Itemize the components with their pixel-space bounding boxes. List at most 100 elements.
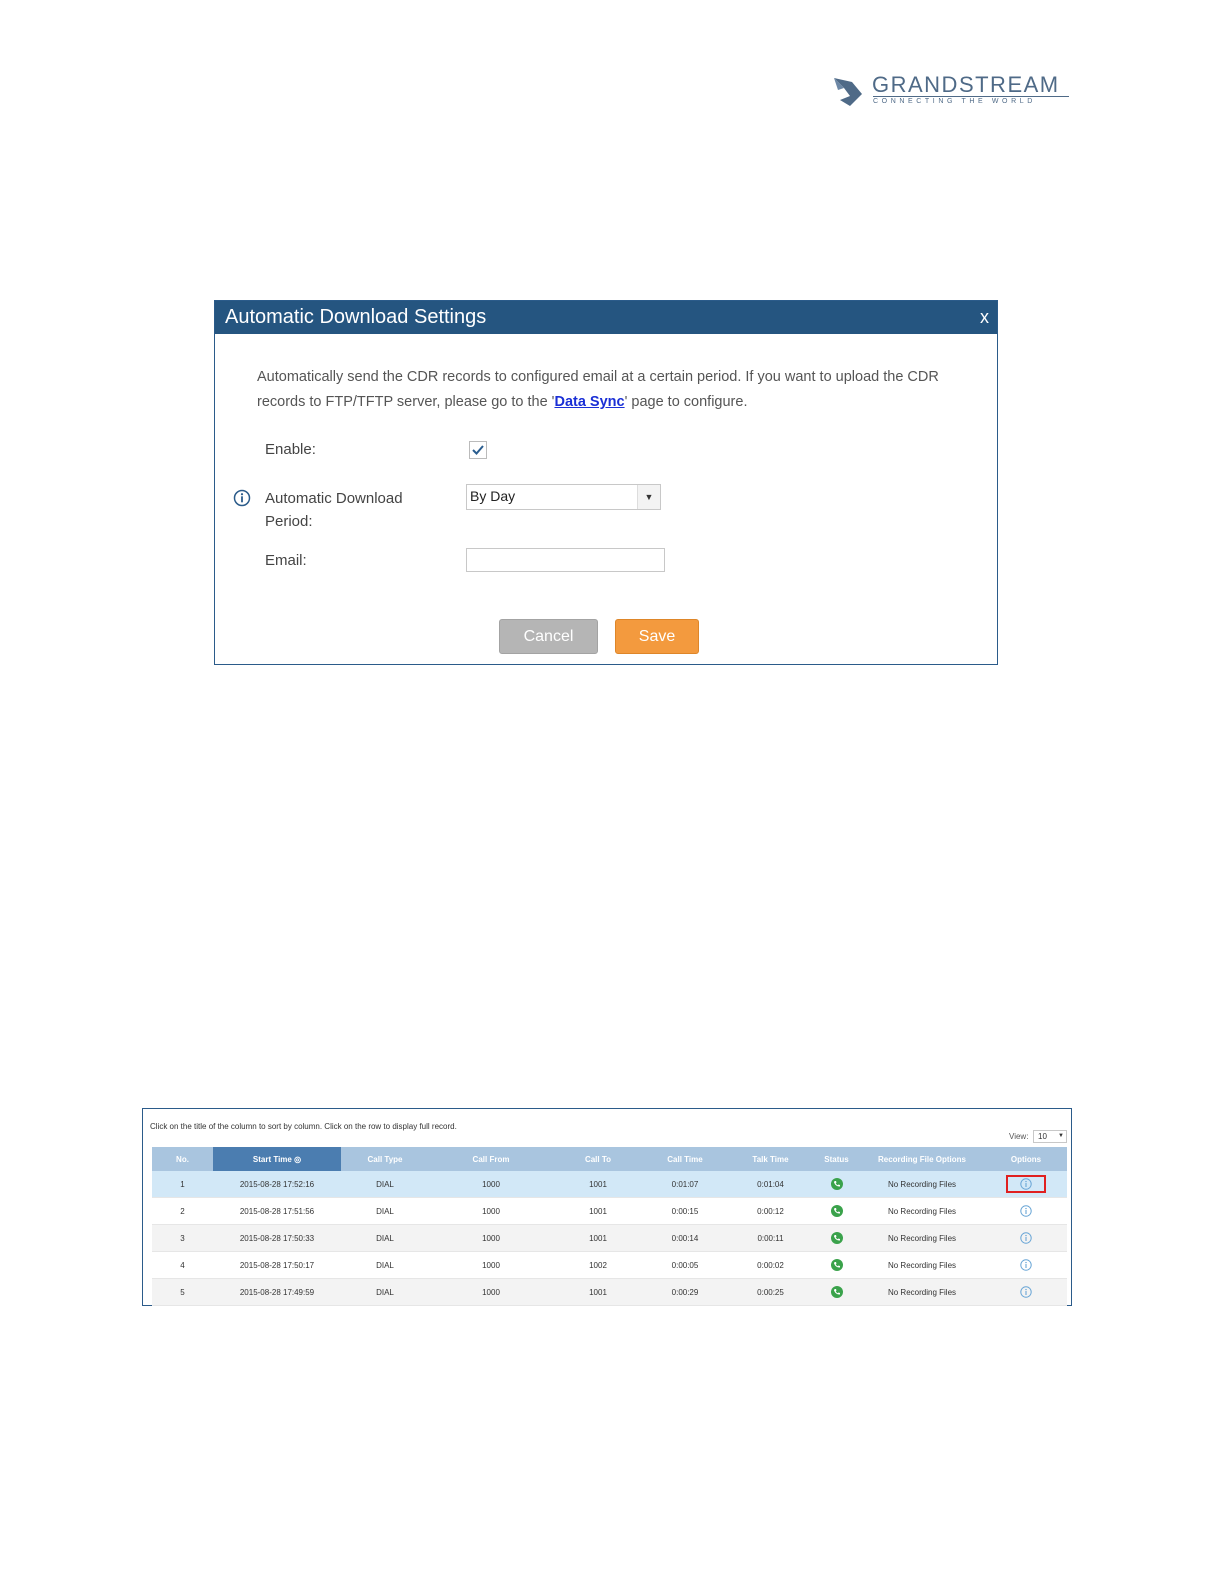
- talk-time-cell: 0:01:04: [727, 1171, 814, 1198]
- start-time-cell: 2015-08-28 17:50:17: [213, 1251, 341, 1279]
- dialog-description: Automatically send the CDR records to co…: [257, 365, 977, 415]
- column-header-start-time-label: Start Time: [252, 1154, 292, 1164]
- sort-icon: ◎: [294, 1154, 302, 1164]
- period-label-line1: Automatic Download: [265, 490, 403, 507]
- enable-checkbox[interactable]: [469, 441, 487, 459]
- call-to-cell: 1001: [553, 1171, 643, 1198]
- column-header-recording-file-options[interactable]: Recording File Options: [859, 1147, 985, 1171]
- save-button[interactable]: Save: [615, 619, 699, 654]
- table-row[interactable]: 1 2015-08-28 17:52:16 DIAL 1000 1001 0:01:07 0…: [152, 1171, 1067, 1198]
- column-header-options[interactable]: Options: [985, 1147, 1067, 1171]
- recording-file-cell: No Recording Files: [859, 1278, 985, 1306]
- call-to-cell: 1002: [553, 1251, 643, 1279]
- row-number: 5: [152, 1278, 213, 1306]
- call-from-cell: 1000: [429, 1171, 553, 1198]
- brand-divider: [873, 96, 1069, 97]
- options-cell: [985, 1278, 1067, 1306]
- status-cell: [814, 1251, 859, 1279]
- call-from-cell: 1000: [429, 1278, 553, 1306]
- options-cell: [985, 1251, 1067, 1279]
- column-header-status[interactable]: Status: [814, 1147, 859, 1171]
- call-type-cell: DIAL: [341, 1171, 429, 1198]
- period-select[interactable]: By Day ▼: [466, 484, 661, 510]
- start-time-cell: 2015-08-28 17:52:16: [213, 1171, 341, 1198]
- status-cell: [814, 1171, 859, 1198]
- info-icon[interactable]: [1020, 1259, 1032, 1271]
- column-header-call-to[interactable]: Call To: [553, 1147, 643, 1171]
- chevron-down-icon: ▼: [637, 485, 660, 509]
- cancel-button[interactable]: Cancel: [499, 619, 598, 654]
- dialog-header: Automatic Download Settings x: [215, 301, 997, 334]
- close-button[interactable]: x: [980, 307, 989, 328]
- description-text-post: ' page to configure.: [624, 394, 748, 410]
- phone-answered-icon: [830, 1286, 843, 1298]
- start-time-cell: 2015-08-28 17:51:56: [213, 1197, 341, 1225]
- options-wrap: [1006, 1202, 1046, 1220]
- column-header-call-type[interactable]: Call Type: [341, 1147, 429, 1171]
- phone-answered-icon: [830, 1205, 843, 1217]
- status-cell: [814, 1278, 859, 1306]
- column-header-call-from[interactable]: Call From: [429, 1147, 553, 1171]
- view-select-value: 10: [1038, 1132, 1047, 1141]
- data-sync-link[interactable]: Data Sync: [554, 394, 624, 410]
- status-cell: [814, 1197, 859, 1225]
- enable-label: Enable:: [265, 441, 316, 458]
- call-to-cell: 1001: [553, 1278, 643, 1306]
- status-cell: [814, 1224, 859, 1252]
- call-from-cell: 1000: [429, 1251, 553, 1279]
- info-icon[interactable]: [1020, 1286, 1032, 1298]
- talk-time-cell: 0:00:11: [727, 1224, 814, 1252]
- email-label: Email:: [265, 552, 307, 569]
- table-row[interactable]: 5 2015-08-28 17:49:59 DIAL 1000 1001 0:00:29 0…: [152, 1278, 1067, 1306]
- options-cell: [985, 1197, 1067, 1225]
- row-number: 3: [152, 1224, 213, 1252]
- brand-name: GRANDSTREAM: [872, 72, 1060, 97]
- table-hint: Click on the title of the column to sort…: [150, 1122, 457, 1131]
- view-label: View:: [1009, 1132, 1029, 1141]
- brand-tagline: CONNECTING THE WORLD: [873, 98, 1036, 105]
- recording-file-cell: No Recording Files: [859, 1171, 985, 1198]
- row-number: 1: [152, 1171, 213, 1198]
- options-wrap: [1006, 1283, 1046, 1301]
- table-row[interactable]: 4 2015-08-28 17:50:17 DIAL 1000 1002 0:00:05 0…: [152, 1251, 1067, 1279]
- call-time-cell: 0:01:07: [643, 1171, 727, 1198]
- options-cell: [985, 1224, 1067, 1252]
- options-wrap: [1006, 1256, 1046, 1274]
- info-icon[interactable]: [1020, 1232, 1032, 1244]
- call-to-cell: 1001: [553, 1224, 643, 1252]
- email-field[interactable]: [466, 548, 665, 572]
- call-type-cell: DIAL: [341, 1251, 429, 1279]
- options-wrap: [1006, 1229, 1046, 1247]
- table-row[interactable]: 2 2015-08-28 17:51:56 DIAL 1000 1001 0:00:15 0…: [152, 1197, 1067, 1225]
- call-type-cell: DIAL: [341, 1224, 429, 1252]
- call-time-cell: 0:00:15: [643, 1197, 727, 1225]
- call-time-cell: 0:00:05: [643, 1251, 727, 1279]
- period-select-value: By Day: [470, 488, 516, 504]
- phone-answered-icon: [830, 1232, 843, 1244]
- info-icon[interactable]: [233, 489, 251, 507]
- table-row[interactable]: 3 2015-08-28 17:50:33 DIAL 1000 1001 0:00:14 0…: [152, 1224, 1067, 1252]
- period-label-line2: Period:: [265, 513, 313, 530]
- start-time-cell: 2015-08-28 17:49:59: [213, 1278, 341, 1306]
- call-time-cell: 0:00:29: [643, 1278, 727, 1306]
- recording-file-cell: No Recording Files: [859, 1224, 985, 1252]
- column-header-talk-time[interactable]: Talk Time: [727, 1147, 814, 1171]
- grandstream-logo-icon: [834, 78, 862, 106]
- recording-file-cell: No Recording Files: [859, 1251, 985, 1279]
- start-time-cell: 2015-08-28 17:50:33: [213, 1224, 341, 1252]
- info-icon[interactable]: [1020, 1178, 1032, 1190]
- highlight-box: [1006, 1175, 1046, 1193]
- talk-time-cell: 0:00:12: [727, 1197, 814, 1225]
- call-from-cell: 1000: [429, 1224, 553, 1252]
- view-select[interactable]: 10 ▼: [1033, 1130, 1067, 1143]
- recording-file-cell: No Recording Files: [859, 1197, 985, 1225]
- call-type-cell: DIAL: [341, 1278, 429, 1306]
- column-header-no[interactable]: No.: [152, 1147, 213, 1171]
- call-from-cell: 1000: [429, 1197, 553, 1225]
- column-header-call-time[interactable]: Call Time: [643, 1147, 727, 1171]
- talk-time-cell: 0:00:02: [727, 1251, 814, 1279]
- options-cell: [985, 1171, 1067, 1198]
- phone-answered-icon: [830, 1259, 843, 1271]
- column-header-start-time[interactable]: Start Time ◎: [213, 1147, 341, 1171]
- info-icon[interactable]: [1020, 1205, 1032, 1217]
